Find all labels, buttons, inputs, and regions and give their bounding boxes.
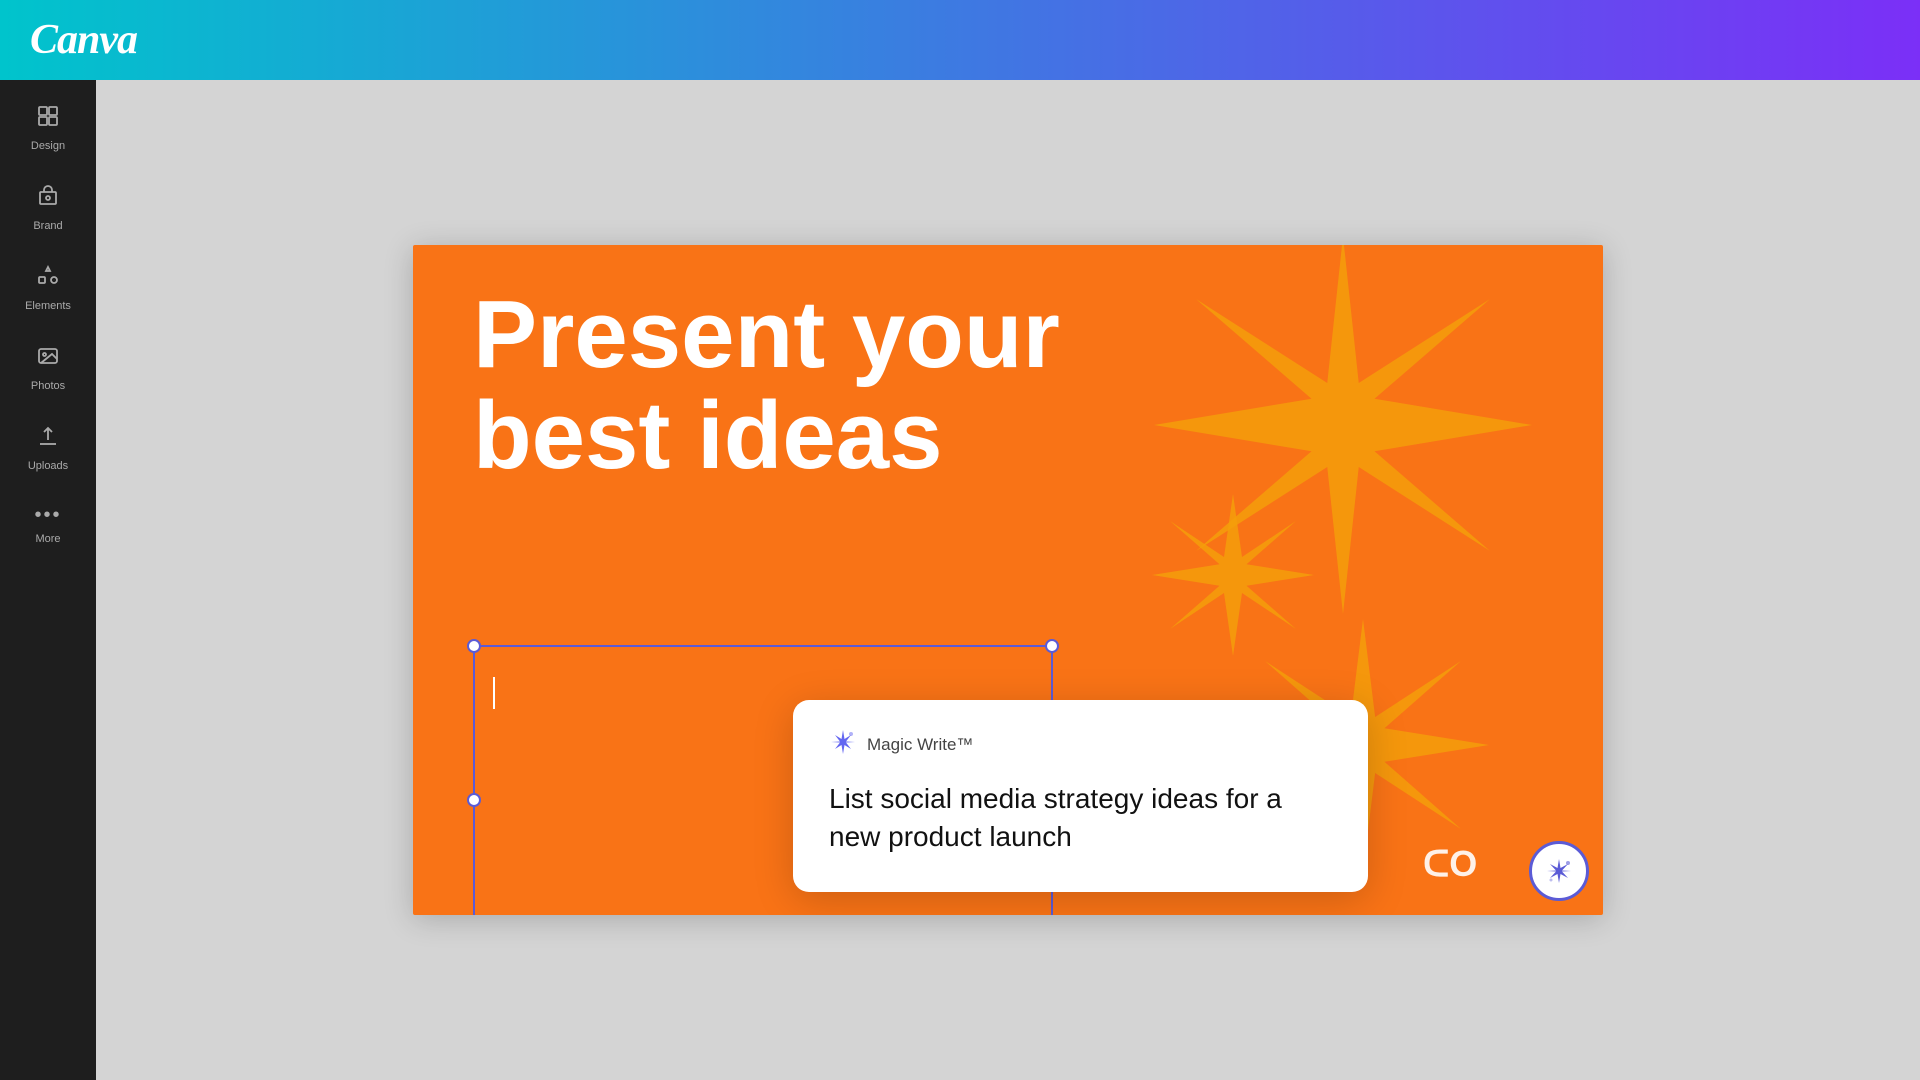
svg-text:ᑕO: ᑕO — [1423, 843, 1477, 882]
design-icon — [36, 104, 60, 134]
magic-write-title: Magic Write™ — [867, 735, 973, 755]
handle-top-left[interactable] — [467, 639, 481, 653]
handle-top-right[interactable] — [1045, 639, 1059, 653]
sidebar-item-design[interactable]: Design — [8, 90, 88, 166]
elements-icon — [36, 264, 60, 294]
handle-middle-left[interactable] — [467, 793, 481, 807]
sidebar-more-label: More — [35, 533, 60, 545]
heading-line2: best ideas — [473, 386, 1060, 487]
sidebar-design-label: Design — [31, 140, 65, 152]
canva-logo: Canva — [30, 16, 137, 64]
sidebar-item-brand[interactable]: Brand — [8, 170, 88, 246]
sidebar-item-photos[interactable]: Photos — [8, 330, 88, 406]
sidebar-elements-label: Elements — [25, 300, 71, 312]
sidebar-uploads-label: Uploads — [28, 460, 68, 472]
sidebar-brand-label: Brand — [33, 220, 62, 232]
canvas-brand-logo: ᑕO — [1423, 842, 1503, 891]
uploads-icon — [36, 424, 60, 454]
magic-sparkle-button[interactable] — [1529, 841, 1589, 901]
photos-icon — [36, 344, 60, 374]
sidebar-item-more[interactable]: ••• More — [8, 490, 88, 559]
heading-line1: Present your — [473, 285, 1060, 386]
text-cursor — [493, 677, 495, 709]
star-decoration-small — [1143, 485, 1323, 665]
sparkle-icon — [829, 728, 857, 756]
sidebar: Design Brand Elements — [0, 80, 96, 1080]
magic-write-header: Magic Write™ — [829, 728, 1332, 762]
design-canvas[interactable]: Present your best ideas Magic Write™ — [413, 245, 1603, 915]
brand-icon — [36, 184, 60, 214]
sparkle-button-icon — [1544, 856, 1574, 886]
magic-write-prompt[interactable]: List social media strategy ideas for a n… — [829, 780, 1332, 856]
sidebar-item-uploads[interactable]: Uploads — [8, 410, 88, 486]
sidebar-photos-label: Photos — [31, 380, 65, 392]
star-decoration-large — [1133, 245, 1553, 635]
magic-write-icon — [829, 728, 857, 762]
magic-write-panel: Magic Write™ List social media strategy … — [793, 700, 1368, 892]
more-icon: ••• — [34, 504, 61, 527]
sidebar-item-elements[interactable]: Elements — [8, 250, 88, 326]
canvas-area: Present your best ideas Magic Write™ — [96, 80, 1920, 1080]
canvas-heading: Present your best ideas — [473, 285, 1060, 487]
canva-watermark: ᑕO — [1423, 842, 1503, 882]
app-header: Canva — [0, 0, 1920, 80]
